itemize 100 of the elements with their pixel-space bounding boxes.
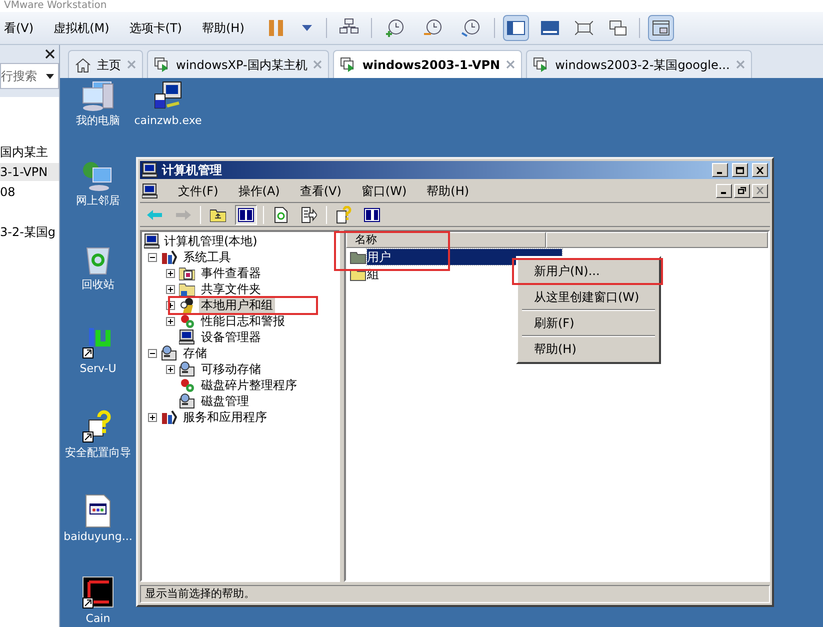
computer-icon [142,182,158,198]
search-field[interactable]: 行搜索 [0,63,59,89]
tools-icon [161,409,177,425]
library-item[interactable]: 3-1-VPN [0,163,59,181]
tree-item[interactable]: 磁盘管理 [199,393,251,409]
thumbnail-icon [652,20,670,36]
tree-item[interactable]: 系统工具 [181,249,233,265]
toolbar-button[interactable] [503,15,530,41]
computer-icon [81,80,115,112]
storage-icon [179,361,195,377]
vm-icon [533,56,550,72]
close-icon [756,187,764,194]
menu-item[interactable]: 帮助(H) [426,182,470,200]
desktop-icon-label[interactable]: 网上邻居 [76,194,120,208]
expander-box[interactable] [148,412,157,422]
computer-icon [144,233,160,249]
home-icon [75,56,91,72]
maximize-button[interactable] [732,163,748,177]
expander-box[interactable] [166,284,175,294]
action-pane-icon [364,208,380,222]
document-icon [83,494,113,528]
menu-item[interactable]: 文件(F) [178,182,218,200]
desktop-icon-label[interactable]: Cain [86,612,110,626]
mmc-title: 计算机管理 [162,162,223,179]
vm-icon [154,56,170,72]
sidebar-icon [507,21,526,35]
tree-item[interactable]: 服务和应用程序 [181,409,269,425]
tree-item[interactable]: 计算机管理(本地) [164,233,258,249]
forward-arrow-icon [175,208,191,220]
tab[interactable]: windows2003-1-VPN [333,50,522,78]
tree-item[interactable]: 性能日志和警报 [199,313,287,329]
minimize-button[interactable] [712,163,728,177]
context-menu-item[interactable]: 从这里创建窗口(W) [518,287,659,307]
toolbar-button[interactable] [235,204,257,224]
event-log-icon [179,265,195,281]
close-button[interactable] [752,184,768,198]
help-icon [336,206,352,224]
menu-item[interactable]: 窗口(W) [361,182,407,200]
context-menu-item[interactable]: 刷新(F) [518,313,659,333]
menu-item[interactable]: 查看(V) [300,182,342,200]
tree-item[interactable]: 设备管理器 [199,329,263,345]
expander-box[interactable] [148,252,157,262]
expander-box[interactable] [166,316,175,326]
column-header[interactable]: 名称 [346,232,546,248]
desktop-icon-label[interactable]: 我的电脑 [76,114,120,128]
menu-item[interactable]: 看(V) [4,19,34,37]
library-item[interactable]: 3-2-某国g [0,223,59,241]
tab[interactable]: windowsXP-国内某主机 [147,50,330,78]
toolbar-button[interactable] [648,15,674,41]
clock-icon [422,18,444,38]
close-icon [756,166,764,174]
vm-icon [340,56,356,72]
caret-icon [302,25,312,31]
menu-item[interactable]: 选项卡(T) [129,19,182,37]
close-button[interactable] [752,163,768,177]
clock-icon [384,18,406,38]
shortcut-app-icon [81,576,115,610]
menu-item[interactable]: 帮助(H) [202,19,244,37]
expander-box[interactable] [166,364,175,374]
menu-item[interactable]: 操作(A) [238,182,280,200]
desktop-icon-label[interactable]: baiduyung... [64,530,132,544]
restore-button[interactable] [734,184,750,198]
export-list-icon [301,206,317,222]
context-menu-item[interactable]: 帮助(H) [518,339,659,359]
computer-icon [179,329,195,345]
users-icon [179,297,195,313]
close-icon[interactable] [45,49,55,59]
expander-box[interactable] [166,268,175,278]
tab[interactable]: windows2003-2-某国google... [526,50,752,78]
fullscreen-icon [575,21,594,35]
tools-icon [161,249,177,265]
tab[interactable]: 主页 [68,50,143,78]
desktop-icon-label[interactable]: 安全配置向导 [65,446,131,460]
menu-item[interactable]: 虚拟机(M) [54,19,110,37]
storage-icon [179,393,195,409]
tree-item[interactable]: 磁盘碎片整理程序 [199,377,299,393]
gears-icon [179,377,195,393]
desktop-icon-label[interactable]: Serv-U [80,362,116,376]
folder-icon [179,281,195,297]
restore-icon [738,187,746,194]
tree-item[interactable]: 共享文件夹 [199,281,263,297]
minimize-button[interactable] [716,184,732,198]
clock-icon [460,18,482,38]
tree-item[interactable]: 可移动存储 [199,361,263,377]
tree-item[interactable]: 事件查看器 [199,265,263,281]
tree-item[interactable]: 存储 [181,345,209,361]
gears-icon [179,313,195,329]
console-icon [541,21,560,35]
desktop-icon-label[interactable]: 回收站 [82,278,114,292]
windows-icon [609,20,628,36]
expander-box[interactable] [148,348,157,358]
caret-icon [46,74,54,78]
library-item[interactable]: 国内某主 [0,143,59,161]
refresh-icon [274,206,288,222]
column-header[interactable] [546,232,768,248]
library-item[interactable]: 08 [0,183,59,201]
computer-icon [142,162,158,178]
tree-item[interactable]: 本地用户和组 [199,297,275,313]
status-text: 显示当前选择的帮助。 [145,586,255,602]
desktop-icon-label[interactable]: cainzwb.exe [134,114,202,128]
